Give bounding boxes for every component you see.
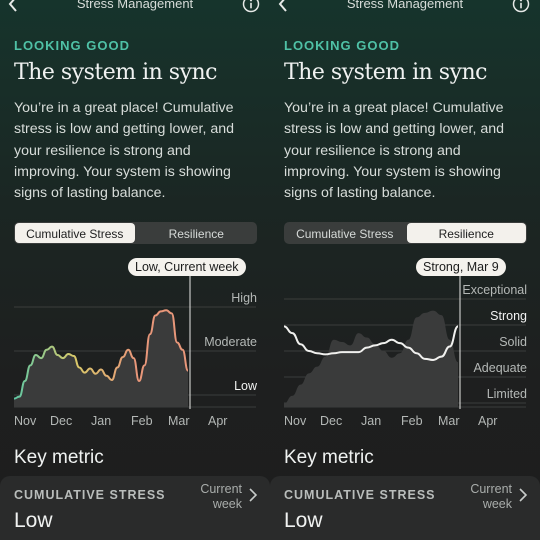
info-icon[interactable]: [242, 0, 260, 13]
x-tick-label: Mar: [168, 414, 190, 428]
headline: The system in sync: [14, 60, 218, 85]
y-level-label: Low: [234, 379, 258, 393]
status-label: LOOKING GOOD: [284, 38, 400, 53]
chart-toggle: Cumulative Stress Resilience: [14, 222, 257, 244]
top-bar: Stress Management: [270, 0, 540, 16]
metric-name: CUMULATIVE STRESS: [284, 488, 436, 502]
info-icon[interactable]: [512, 0, 530, 13]
x-tick-label: Apr: [478, 414, 497, 428]
screen-title: Stress Management: [346, 0, 464, 11]
y-level-label: Limited: [487, 387, 527, 401]
description: You’re in a great place! Cumulative stre…: [14, 100, 235, 202]
metric-card[interactable]: CUMULATIVE STRESS Current week Low: [0, 476, 270, 540]
key-metric-heading: Key metric: [284, 447, 374, 468]
x-tick-label: Feb: [131, 414, 153, 428]
metric-value: Low: [14, 509, 53, 532]
chevron-right-icon: [249, 488, 258, 502]
stress-screen-cumulative: Stress Management LOOKING GOOD The syste…: [0, 0, 270, 540]
x-tick-label: Apr: [208, 414, 227, 428]
screen-title: Stress Management: [76, 0, 194, 11]
headline: The system in sync: [284, 60, 488, 85]
chart-callout: Low, Current week: [128, 258, 246, 276]
metric-card[interactable]: CUMULATIVE STRESS Current week Low: [270, 476, 540, 540]
tab-resilience[interactable]: Resilience: [406, 223, 526, 243]
x-tick-label: Dec: [50, 414, 72, 428]
y-level-label: Strong: [490, 309, 527, 323]
x-tick-label: Jan: [91, 414, 111, 428]
description: You’re in a great place! Cumulative stre…: [284, 100, 505, 202]
y-level-label: Moderate: [204, 335, 257, 349]
cumulative-stress-chart[interactable]: Low Moderate High Nov Dec Jan Feb Mar Apr Low, C…: [0, 255, 270, 435]
tab-cumulative-stress[interactable]: Cumulative Stress: [285, 223, 405, 243]
tab-cumulative-stress[interactable]: Cumulative Stress: [15, 223, 135, 243]
resilience-chart-svg: Limited Adequate Solid Strong Exceptional Nov…: [283, 271, 527, 428]
x-tick-label: Nov: [284, 414, 307, 428]
y-level-label: High: [231, 291, 257, 305]
chart-callout: Strong, Mar 9: [416, 258, 506, 276]
y-level-label: Adequate: [473, 361, 527, 375]
status-label: LOOKING GOOD: [14, 38, 130, 53]
cumulative-stress-chart-svg: Low Moderate High Nov Dec Jan Feb Mar Apr: [13, 271, 258, 428]
top-bar: Stress Management: [0, 0, 270, 16]
metric-period: Current week: [470, 482, 512, 511]
stress-screen-resilience: Stress Management LOOKING GOOD The syste…: [270, 0, 540, 540]
x-tick-label: Jan: [361, 414, 381, 428]
metric-name: CUMULATIVE STRESS: [14, 488, 166, 502]
x-tick-label: Nov: [14, 414, 37, 428]
chevron-right-icon: [519, 488, 528, 502]
tab-resilience[interactable]: Resilience: [137, 223, 257, 243]
x-tick-label: Feb: [401, 414, 423, 428]
y-level-label: Solid: [499, 335, 527, 349]
chart-toggle: Cumulative Stress Resilience: [284, 222, 527, 244]
y-level-label: Exceptional: [462, 283, 527, 297]
metric-value: Low: [284, 509, 323, 532]
resilience-chart[interactable]: Limited Adequate Solid Strong Exceptional Nov…: [270, 255, 540, 435]
key-metric-heading: Key metric: [14, 447, 104, 468]
x-tick-label: Dec: [320, 414, 342, 428]
metric-period: Current week: [200, 482, 242, 511]
x-tick-label: Mar: [438, 414, 460, 428]
